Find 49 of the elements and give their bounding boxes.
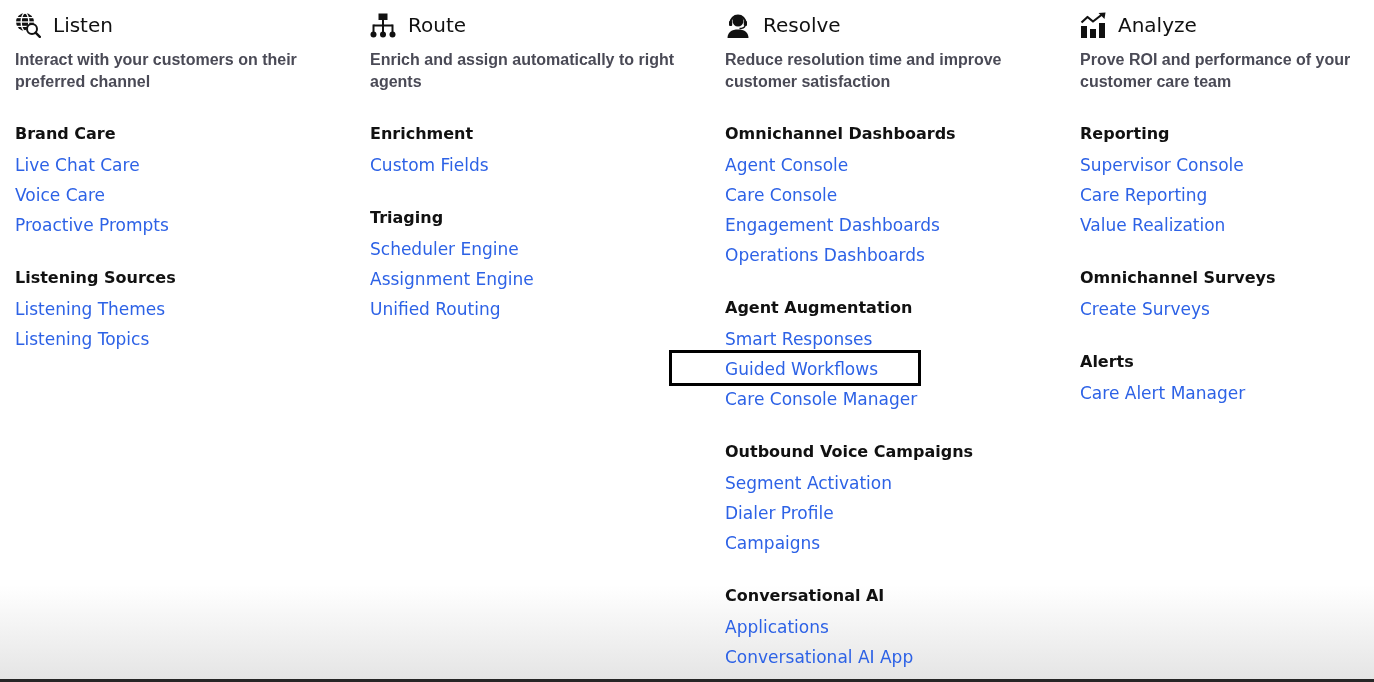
menu-link[interactable]: Custom Fields [370, 150, 489, 180]
group-heading: Omnichannel Dashboards [725, 123, 957, 145]
menu-link[interactable]: Voice Care [15, 180, 105, 210]
menu-link[interactable]: Smart Responses [725, 324, 873, 354]
group-heading: Brand Care [15, 123, 117, 145]
group-heading: Enrichment [370, 123, 475, 145]
column-description: Reduce resolution time and improve customer satisfaction [725, 50, 1003, 92]
menu-link[interactable]: Scheduler Engine [370, 234, 519, 264]
menu-link[interactable]: Applications [725, 612, 829, 642]
menu-link[interactable]: Unified Routing [370, 294, 501, 324]
menu-link[interactable]: Operations Dashboards [725, 240, 925, 270]
menu-link[interactable]: Care Alert Manager [1080, 378, 1246, 408]
menu-link[interactable]: Live Chat Care [15, 150, 140, 180]
bar-chart-icon [1080, 12, 1106, 38]
column-description: Enrich and assign automatically to right agents [370, 50, 676, 92]
menu-link[interactable]: Listening Topics [15, 324, 150, 354]
menu-link[interactable]: Segment Activation [725, 468, 892, 498]
menu-link[interactable]: Supervisor Console [1080, 150, 1244, 180]
globe-search-icon [15, 12, 41, 38]
group-heading: Alerts [1080, 351, 1135, 373]
column-description: Prove ROI and performance of your customer care team [1080, 50, 1352, 92]
column-title: Resolve [763, 12, 841, 39]
menu-link[interactable]: Proactive Prompts [15, 210, 169, 240]
group-heading: Triaging [370, 207, 445, 229]
menu-link[interactable]: Care Console Manager [725, 384, 918, 414]
menu-link[interactable]: Campaigns [725, 528, 821, 558]
menu-link[interactable]: Dialer Profile [725, 498, 834, 528]
group-heading: Omnichannel Surveys [1080, 267, 1277, 289]
column-title: Analyze [1118, 12, 1197, 39]
group-heading: Agent Augmentation [725, 297, 914, 319]
headset-person-icon [725, 12, 751, 38]
group-heading: Conversational AI [725, 585, 886, 607]
menu-link[interactable]: Assignment Engine [370, 264, 534, 294]
menu-link[interactable]: Listening Themes [15, 294, 166, 324]
column-description: Interact with your customers on their preferred channel [15, 50, 298, 92]
column-title: Listen [53, 12, 113, 39]
group-heading: Outbound Voice Campaigns [725, 441, 975, 463]
menu-link[interactable]: Value Realization [1080, 210, 1226, 240]
menu-link[interactable]: Conversational AI App [725, 642, 914, 672]
column-title: Route [408, 12, 467, 39]
menu-link[interactable]: Care Reporting [1080, 180, 1208, 210]
menu-link[interactable]: Create Surveys [1080, 294, 1210, 324]
menu-link[interactable]: Guided Workflows [725, 354, 879, 384]
menu-link[interactable]: Care Console [725, 180, 838, 210]
menu-link[interactable]: Agent Console [725, 150, 849, 180]
hierarchy-icon [370, 12, 396, 38]
group-heading: Listening Sources [15, 267, 177, 289]
group-heading: Reporting [1080, 123, 1171, 145]
menu-link[interactable]: Engagement Dashboards [725, 210, 940, 240]
